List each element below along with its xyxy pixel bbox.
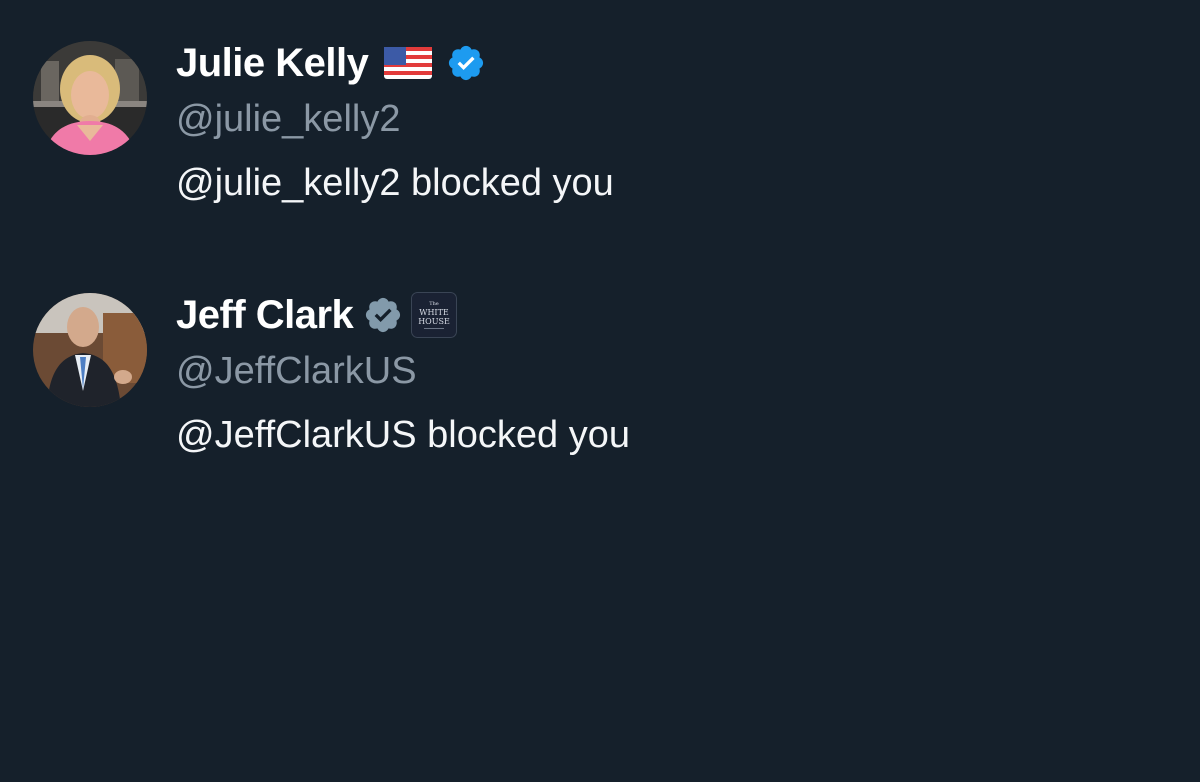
avatar-image-jeff-clark	[33, 293, 147, 407]
block-message: @julie_kelly2 blocked you	[176, 162, 614, 204]
white-house-logo-text-2: WHITE	[420, 308, 450, 317]
us-flag-icon	[384, 47, 433, 79]
avatar[interactable]	[33, 293, 147, 407]
display-name[interactable]: Jeff Clark	[176, 292, 354, 338]
white-house-logo-text-3: HOUSE	[419, 317, 451, 326]
avatar-image-julie-kelly	[33, 41, 147, 155]
handle[interactable]: @JeffClarkUS	[176, 348, 417, 394]
display-name[interactable]: Julie Kelly	[176, 40, 369, 86]
handle[interactable]: @julie_kelly2	[176, 96, 400, 142]
verified-blue-icon	[449, 45, 484, 81]
avatar[interactable]	[33, 41, 147, 155]
white-house-icon[interactable]: The WHITE HOUSE	[411, 292, 458, 338]
block-message: @JeffClarkUS blocked you	[176, 414, 630, 456]
white-house-logo-text-1: The	[430, 301, 440, 307]
notification-item-jeff-clark[interactable]: Jeff Clark The WHITE HOUSE @JeffClarkUS …	[0, 252, 1200, 456]
verified-gray-icon	[366, 297, 401, 333]
notification-item-julie-kelly[interactable]: Julie Kelly @julie_kelly2 @julie_kelly2 …	[0, 0, 1200, 204]
